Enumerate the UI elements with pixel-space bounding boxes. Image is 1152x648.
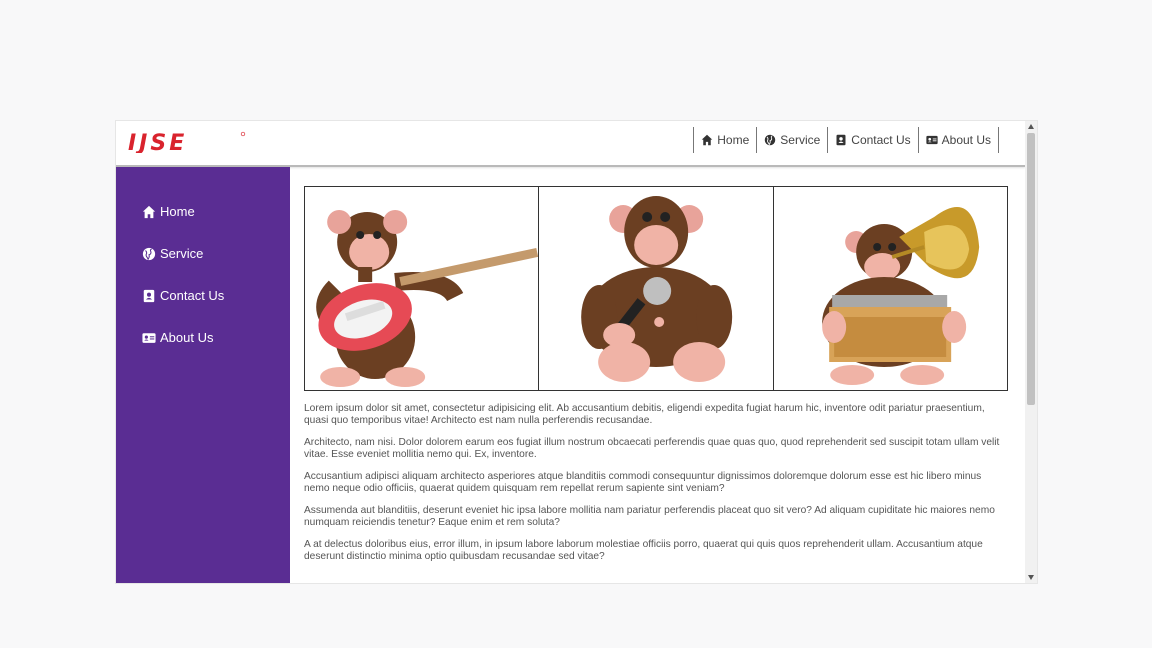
main-content: Lorem ipsum dolor sit amet, consectetur … <box>304 186 1008 563</box>
ijse-logo[interactable]: IJSE <box>128 131 246 153</box>
home-icon <box>702 134 713 146</box>
sidebar-item-about[interactable]: About Us <box>142 330 213 345</box>
monkey-gramophone-image <box>821 207 979 385</box>
sidebar: Home Service Contact Us About Us <box>116 167 290 583</box>
id-card-icon <box>926 135 938 145</box>
sidebar-item-label: Service <box>160 246 204 261</box>
id-card-icon <box>142 332 156 343</box>
arrow-up-icon <box>1028 124 1034 129</box>
arrow-down-icon <box>1028 575 1034 580</box>
body-paragraph: Architecto, nam nisi. Dolor dolorem earu… <box>304 437 1000 460</box>
topnav-contact-link[interactable]: Contact Us <box>828 127 919 153</box>
topnav-service-link[interactable]: Service <box>757 127 829 153</box>
scroll-up-button[interactable] <box>1025 121 1037 133</box>
sidebar-item-home[interactable]: Home <box>142 204 195 219</box>
svg-text:IJSE: IJSE <box>128 131 187 153</box>
body-paragraph: Assumenda aut blanditiis, deserunt eveni… <box>304 505 995 528</box>
browser-viewport: IJSE Home Service Contact Us About Us Ho… <box>116 121 1037 583</box>
gallery-cell <box>305 187 540 390</box>
body-paragraph: Lorem ipsum dolor sit amet, consectetur … <box>304 403 985 426</box>
monkey-guitar-image <box>316 210 539 387</box>
body-paragraph: A at delectus doloribus eius, error illu… <box>304 539 983 562</box>
scrollbar-thumb[interactable] <box>1027 133 1035 405</box>
topnav-home-link[interactable]: Home <box>694 127 758 153</box>
sidebar-item-contact[interactable]: Contact Us <box>142 288 224 303</box>
gallery-cell <box>539 187 774 390</box>
topnav-service-label: Service <box>780 133 821 147</box>
scroll-down-button[interactable] <box>1025 571 1037 583</box>
vertical-scrollbar[interactable] <box>1025 121 1037 583</box>
top-nav-menu: Home Service Contact Us About Us <box>693 127 999 153</box>
contact-card-icon <box>143 289 155 302</box>
topnav-contact-label: Contact Us <box>851 133 911 147</box>
gallery-cell <box>774 187 1007 390</box>
image-gallery <box>304 186 1008 391</box>
top-navbar: IJSE Home Service Contact Us About Us <box>116 121 1025 167</box>
sidebar-item-label: About Us <box>160 330 214 345</box>
contact-card-icon <box>836 134 846 146</box>
topnav-about-label: About Us <box>941 133 991 147</box>
globe-icon <box>765 134 776 146</box>
topnav-home-label: Home <box>717 133 750 147</box>
topnav-about-link[interactable]: About Us <box>919 127 999 153</box>
sidebar-item-service[interactable]: Service <box>142 246 203 261</box>
sidebar-item-label: Home <box>160 204 195 219</box>
monkey-microphone-image <box>581 196 733 382</box>
globe-icon <box>142 247 156 260</box>
sidebar-item-label: Contact Us <box>160 288 225 303</box>
home-icon <box>142 205 156 218</box>
body-paragraph: Accusantium adipisci aliquam architecto … <box>304 471 982 494</box>
